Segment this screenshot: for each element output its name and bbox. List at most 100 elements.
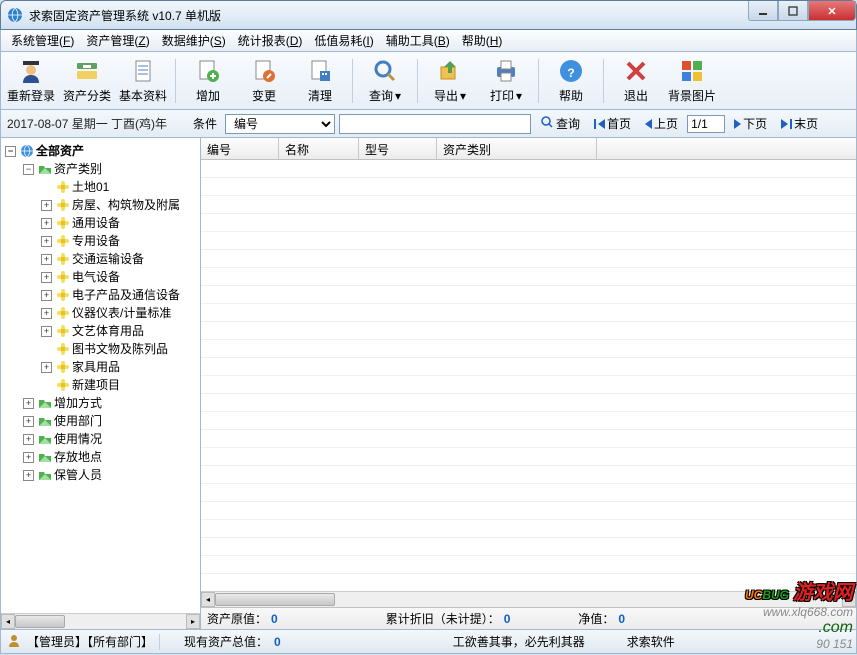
menu-item-d[interactable]: 统计报表(D) (232, 30, 309, 51)
expand-icon[interactable]: + (23, 434, 34, 445)
tool-label: 背景图片 (668, 87, 716, 104)
bg-image-button[interactable]: 背景图片 (664, 55, 720, 107)
tree-node[interactable]: 新建项目 (39, 376, 198, 394)
help-button[interactable]: ?帮助 (543, 55, 599, 107)
minimize-button[interactable] (748, 1, 778, 21)
category-icon (73, 57, 101, 85)
scroll-left-icon[interactable]: ◂ (1, 614, 15, 629)
search-input[interactable] (339, 114, 531, 134)
tree-root-node[interactable]: −全部资产 (3, 142, 198, 160)
tree-node[interactable]: +电子产品及通信设备 (39, 286, 198, 304)
expand-icon[interactable]: + (23, 416, 34, 427)
exit-icon (622, 57, 650, 85)
tree-node[interactable]: +文艺体育用品 (39, 322, 198, 340)
expand-icon[interactable]: + (41, 290, 52, 301)
first-page-button[interactable]: 首页 (589, 113, 636, 135)
net-value-label: 净值： (578, 610, 614, 627)
grid-row (201, 196, 856, 214)
maximize-button[interactable] (778, 1, 808, 21)
menu-item-f[interactable]: 系统管理(F) (5, 30, 80, 51)
menu-item-b[interactable]: 辅助工具(B) (380, 30, 456, 51)
menu-item-i[interactable]: 低值易耗(I) (308, 30, 379, 51)
expand-icon[interactable]: + (41, 362, 52, 373)
scroll-right-icon[interactable]: ▸ (186, 614, 200, 629)
total-label: 现有资产总值： (184, 633, 268, 650)
expand-icon[interactable]: + (41, 218, 52, 229)
app-icon (7, 7, 23, 23)
main-area: −全部资产−资产类别土地01+房屋、构筑物及附属+通用设备+专用设备+交通运输设… (0, 138, 857, 630)
expand-icon[interactable]: + (23, 470, 34, 481)
exit-button[interactable]: 退出 (608, 55, 664, 107)
expand-icon[interactable]: + (41, 272, 52, 283)
scroll-left-icon[interactable]: ◂ (201, 592, 215, 607)
tree-node[interactable]: + 交通运输设备 (39, 250, 198, 268)
tree-label: 交通运输设备 (72, 250, 144, 268)
grid-horizontal-scrollbar[interactable]: ◂ ▸ (201, 591, 856, 607)
clear-button[interactable]: 清理 (292, 55, 348, 107)
scroll-thumb[interactable] (15, 615, 65, 628)
grid-row (201, 538, 856, 556)
export-icon (436, 57, 464, 85)
condition-select[interactable]: 编号 (225, 114, 335, 134)
basic-info-button[interactable]: 基本资料 (115, 55, 171, 107)
tree-node[interactable]: +家具用品 (39, 358, 198, 376)
tree-node[interactable]: +保管人员 (21, 466, 198, 484)
add-button[interactable]: 增加 (180, 55, 236, 107)
tree-node[interactable]: +专用设备 (39, 232, 198, 250)
flower-icon (56, 270, 70, 284)
tree-node[interactable]: +房屋、构筑物及附属 (39, 196, 198, 214)
asset-category-button[interactable]: 资产分类 (59, 55, 115, 107)
query-button[interactable]: 查询▾ (357, 55, 413, 107)
expand-icon[interactable]: + (41, 236, 52, 247)
tree-label: 使用部门 (54, 412, 102, 430)
expand-icon[interactable]: + (41, 326, 52, 337)
tree-node[interactable]: +仪器仪表/计量标准 (39, 304, 198, 322)
grid-row (201, 430, 856, 448)
tree-node[interactable]: +使用情况 (21, 430, 198, 448)
menu-item-s[interactable]: 数据维护(S) (156, 30, 232, 51)
grid-header: 编号名称型号资产类别 (201, 138, 856, 160)
next-page-button[interactable]: 下页 (729, 113, 772, 135)
menu-item-z[interactable]: 资产管理(Z) (80, 30, 155, 51)
menu-item-h[interactable]: 帮助(H) (456, 30, 509, 51)
column-header[interactable]: 型号 (359, 138, 437, 159)
tree-node[interactable]: + 使用部门 (21, 412, 198, 430)
collapse-icon[interactable]: − (5, 146, 16, 157)
expand-icon[interactable]: + (41, 308, 52, 319)
print-button[interactable]: 打印▾ (478, 55, 534, 107)
tree-node[interactable]: +电气设备 (39, 268, 198, 286)
query-button-small[interactable]: 查询 (535, 113, 585, 135)
expand-icon[interactable]: + (41, 254, 52, 265)
expand-icon[interactable]: + (41, 200, 52, 211)
export-button[interactable]: 导出▾ (422, 55, 478, 107)
relogin-button[interactable]: 重新登录 (3, 55, 59, 107)
grid-row (201, 448, 856, 466)
flower-icon (56, 216, 70, 230)
column-header[interactable]: 资产类别 (437, 138, 597, 159)
page-input[interactable] (687, 115, 725, 133)
tree-horizontal-scrollbar[interactable]: ◂ ▸ (1, 613, 200, 629)
scroll-thumb[interactable] (215, 593, 335, 606)
tool-label: 退出 (624, 87, 648, 104)
last-page-button[interactable]: 末页 (776, 113, 823, 135)
expand-icon[interactable]: + (23, 398, 34, 409)
expand-icon[interactable]: − (23, 164, 34, 175)
column-header[interactable]: 名称 (279, 138, 359, 159)
column-header[interactable]: 编号 (201, 138, 279, 159)
prev-page-button[interactable]: 上页 (640, 113, 683, 135)
tree-node[interactable]: −资产类别 (21, 160, 198, 178)
chevron-down-icon: ▾ (460, 89, 466, 103)
tree-node[interactable]: +通用设备 (39, 214, 198, 232)
bar-icon (594, 119, 596, 129)
scroll-right-icon[interactable]: ▸ (842, 592, 856, 607)
tree-node[interactable]: 土地01 (39, 178, 198, 196)
close-button[interactable] (808, 1, 856, 21)
tree-node[interactable]: 图书文物及陈列品 (39, 340, 198, 358)
expand-icon[interactable]: + (23, 452, 34, 463)
svg-text:?: ? (567, 66, 574, 80)
leaf-icon (41, 380, 52, 391)
folder-icon (38, 450, 52, 464)
tree-node[interactable]: +增加方式 (21, 394, 198, 412)
tree-node[interactable]: +存放地点 (21, 448, 198, 466)
change-button[interactable]: 变更 (236, 55, 292, 107)
